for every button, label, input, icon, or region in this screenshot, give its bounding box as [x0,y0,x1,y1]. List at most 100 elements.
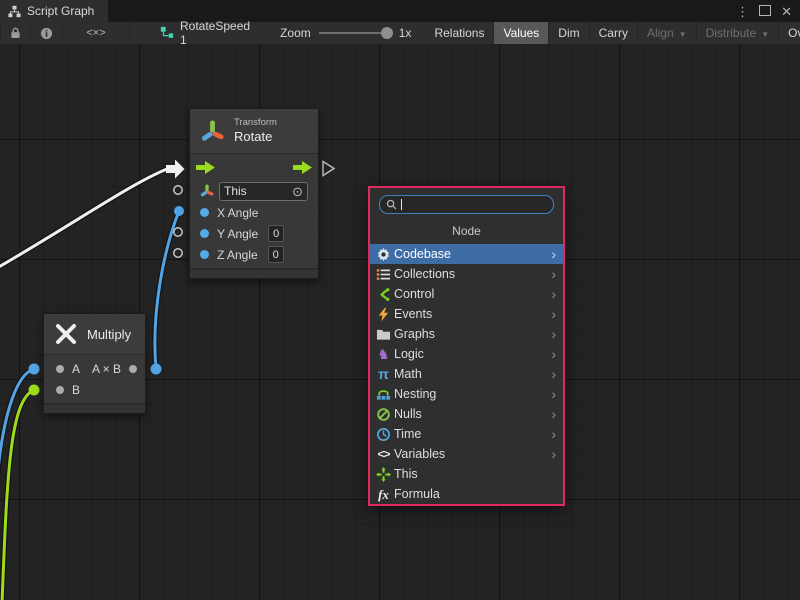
chevron-right-icon: › [551,347,558,361]
y-angle-value-field[interactable]: 0 [268,225,284,242]
value-port-icon[interactable] [56,386,64,394]
node-finder-menu: Node Codebase›Collections›Control›Events… [368,186,565,506]
this-object-field[interactable]: This ⊙ [219,182,308,201]
kebab-menu-icon[interactable]: ⋮ [736,5,749,18]
flow-out-arrow-icon[interactable] [293,161,312,174]
toolbar-button-overview[interactable]: Overview [779,22,800,44]
flow-output-triangle [323,162,334,176]
zoom-slider-handle[interactable] [381,27,393,39]
menu-item-label: Events [394,307,432,321]
menu-item-collections[interactable]: Collections› [370,264,563,284]
graph-reference-label: RotateSpeed 1 [180,19,250,47]
lock-button[interactable] [0,22,31,44]
menu-item-this[interactable]: This [370,464,563,484]
toolbar-button-label: Carry [599,26,628,40]
menu-item-nesting[interactable]: Nesting› [370,384,563,404]
menu-item-label: Nesting [394,387,436,401]
multiply-node-header[interactable]: Multiply [44,314,145,355]
maximize-icon[interactable] [759,5,771,18]
menu-item-graphs[interactable]: Graphs› [370,324,563,344]
chevron-right-icon: › [551,327,558,341]
menu-item-events[interactable]: Events › [370,304,563,324]
graph-node-icon [160,26,174,40]
input-row-z-angle[interactable]: Z Angle 0 [190,244,318,268]
move-icon [375,466,392,482]
node-footer [44,403,145,413]
menu-item-logic[interactable]: ♞Logic› [370,344,563,364]
knight-icon: ♞ [375,346,392,362]
input-label: X Angle [217,206,258,220]
input-row-y-angle[interactable]: Y Angle 0 [190,223,318,244]
toolbar-button-dim[interactable]: Dim [549,22,589,44]
dropdown-caret-icon: ▼ [679,30,687,39]
menu-item-control[interactable]: Control › [370,284,563,304]
flow-input-arrow [166,160,185,179]
menu-item-label: Formula [394,487,440,501]
node-footer [190,268,318,278]
close-icon[interactable]: ✕ [781,5,792,18]
chevron-right-icon: › [551,447,558,461]
null-icon [375,406,392,422]
x-angle-port-dot [174,206,184,216]
search-field[interactable] [379,195,554,214]
input-row-x-angle[interactable]: X Angle [190,202,318,223]
menu-item-label: Math [394,367,422,381]
fx-icon: fx [375,486,392,502]
control-icon [375,286,392,302]
value-port-icon[interactable] [200,208,209,217]
brackets-icon: <> [375,446,392,462]
chevron-right-icon: › [551,307,558,321]
node-rotate[interactable]: Transform Rotate This ⊙ [189,108,319,279]
value-port-icon[interactable] [200,250,209,259]
toolbar-button-label: Relations [434,26,484,40]
chevron-right-icon: › [551,287,558,301]
tab-script-graph[interactable]: Script Graph [0,0,108,22]
multiply-row-b[interactable]: B [44,379,145,403]
graph-canvas[interactable]: Transform Rotate This ⊙ [0,44,800,600]
menu-item-formula[interactable]: fxFormula [370,484,563,504]
toolbar-button-values[interactable]: Values [494,22,549,44]
graph-reference-button[interactable]: RotateSpeed 1 [152,22,258,44]
menu-item-time[interactable]: Time› [370,424,563,444]
code-view-button[interactable]: <×> [63,22,130,44]
menu-item-codebase[interactable]: Codebase› [370,244,563,264]
menu-item-label: Codebase [394,247,451,261]
input-label: Z Angle [217,248,258,262]
gear-icon [375,246,392,262]
menu-item-math[interactable]: πMath› [370,364,563,384]
rotate-node-header[interactable]: Transform Rotate [190,109,318,154]
value-wire-a [0,369,34,480]
menu-item-label: Control [394,287,434,301]
menu-item-nulls[interactable]: Nulls› [370,404,563,424]
search-input[interactable] [406,198,547,212]
multiply-b-port-dot [29,385,40,396]
toolbar-button-distribute: Distribute ▼ [697,22,780,44]
toolbar-button-label: Values [503,26,539,40]
value-port-icon[interactable] [200,229,209,238]
flow-in-arrow-icon[interactable] [196,161,215,174]
info-button[interactable] [31,22,63,44]
node-category: Transform [234,117,277,129]
text-cursor [401,199,402,210]
node-multiply[interactable]: Multiply A A × B B [43,313,146,414]
zoom-slider[interactable] [319,32,391,34]
output-label: A × B [92,362,121,376]
toolbar-button-relations[interactable]: Relations [425,22,494,44]
input-label: A [72,362,80,376]
finder-item-list: Codebase›Collections›Control›Events›Grap… [370,244,563,504]
control-wire [0,169,167,268]
value-port-icon[interactable] [56,365,64,373]
chevron-right-icon: › [551,367,558,381]
toolbar-button-label: Distribute [706,26,757,40]
menu-item-label: Variables [394,447,445,461]
multiply-output-dot [151,364,162,375]
z-angle-value-field[interactable]: 0 [268,246,284,263]
multiply-row-a[interactable]: A A × B [44,358,145,379]
menu-item-variables[interactable]: <>Variables › [370,444,563,464]
dropdown-caret-icon: ▼ [761,30,769,39]
code-angle-icon: <×> [86,27,105,39]
finder-header: Node [370,217,563,244]
object-picker-icon[interactable]: ⊙ [292,185,303,198]
value-port-icon[interactable] [129,365,137,373]
toolbar-button-carry[interactable]: Carry [590,22,638,44]
